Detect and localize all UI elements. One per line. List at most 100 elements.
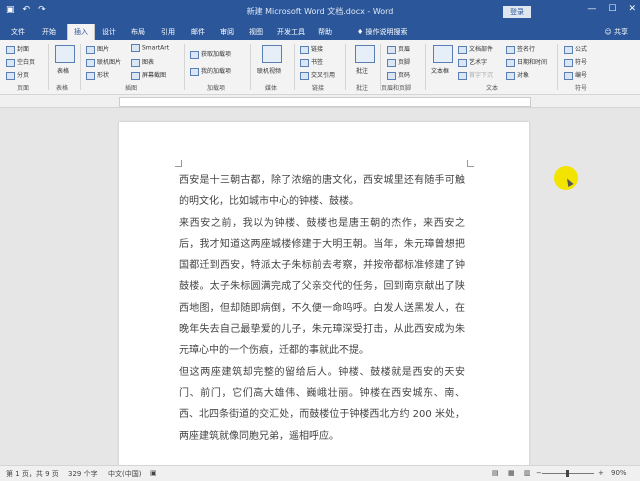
read-mode-icon[interactable]: ▤ [492,469,499,477]
online-pictures-button[interactable]: 联机图片 [86,57,121,67]
comment-icon [355,45,375,63]
tab-help[interactable]: 帮助 [318,27,332,37]
wordart-button[interactable]: 艺术字 [458,57,487,67]
screenshot-icon [131,71,140,80]
close-button[interactable]: ✕ [628,4,636,14]
picture-icon [86,45,95,54]
signature-line-button[interactable]: 签名行 [506,44,535,54]
number-button[interactable]: 编号 [564,70,587,80]
group-divider [80,44,81,90]
signature-line-label: 签名行 [517,46,536,53]
screenshot-button[interactable]: 屏幕截图 [131,70,166,80]
zoom-level[interactable]: 90% [611,469,627,477]
equation-label: 公式 [575,46,588,53]
header-button[interactable]: 页眉 [387,44,410,54]
zoom-out-button[interactable]: − [536,469,542,477]
login-button[interactable]: 登录 [503,6,531,18]
textbox-button[interactable]: 文本框 [431,66,449,75]
smartart-button[interactable]: SmartArt [131,44,169,52]
horizontal-ruler[interactable] [0,95,640,108]
drop-cap-label: 首字下沉 [469,72,494,79]
header-label: 页眉 [398,46,411,53]
ribbon-tabs: 文件 开始 插入 设计 布局 引用 邮件 审阅 视图 开发工具 帮助 ♦ 操作说… [0,24,640,40]
group-label-tables: 表格 [56,85,69,92]
quick-parts-label: 文档部件 [469,46,494,53]
print-layout-icon[interactable]: ▦ [508,469,515,477]
smartart-label: SmartArt [142,44,170,52]
mouse-cursor-highlight [554,166,578,190]
object-label: 对象 [517,72,530,79]
link-label: 链接 [311,46,324,53]
bookmark-label: 书签 [311,59,324,66]
group-divider [345,44,346,90]
chart-button[interactable]: 图表 [131,57,154,67]
online-pictures-label: 联机图片 [97,59,122,66]
page-number-label: 页码 [398,72,411,79]
blank-page-icon [6,58,15,67]
date-time-button[interactable]: 日期和时间 [506,57,547,67]
tab-file[interactable]: 文件 [11,27,25,37]
paragraph[interactable]: 西安是十三朝古都，除了浓缩的唐文化，西安城里还有随手可触的明文化，比如城市中心的… [179,170,465,213]
equation-button[interactable]: 公式 [564,44,587,54]
footer-button[interactable]: 页脚 [387,57,410,67]
wordart-label: 艺术字 [469,59,488,66]
share-button[interactable]: ☺ 共享 [604,27,628,37]
pictures-button[interactable]: 图片 [86,44,109,54]
link-button[interactable]: 链接 [300,44,323,54]
bookmark-button[interactable]: 书签 [300,57,323,67]
get-addins-button[interactable]: 获取加载项 [190,49,231,59]
word-count[interactable]: 329 个字 [68,469,98,479]
online-video-button[interactable]: 联机视频 [257,66,281,75]
document-page[interactable]: 西安是十三朝古都，除了浓缩的唐文化，西安城里还有随手可触的明文化，比如城市中心的… [119,122,529,467]
cover-page-button[interactable]: 封面 [6,44,29,54]
tab-view[interactable]: 视图 [249,27,263,37]
page-number-button[interactable]: 页码 [387,70,410,80]
my-addins-button[interactable]: 我的加载项 [190,66,231,76]
margin-mark [467,160,474,167]
cross-reference-button[interactable]: 交叉引用 [300,70,335,80]
tell-me-search[interactable]: ♦ 操作说明搜索 [357,27,408,37]
page-break-button[interactable]: 分页 [6,70,29,80]
zoom-in-button[interactable]: + [598,469,604,477]
status-bar: 第 1 页，共 9 页 329 个字 中文(中国) ▣ ▤ ▦ ▥ − + 90… [0,465,640,481]
group-divider [250,44,251,90]
document-body[interactable]: 西安是十三朝古都，除了浓缩的唐文化，西安城里还有随手可触的明文化，比如城市中心的… [179,170,465,447]
group-label-addins: 加载项 [207,85,226,92]
tab-design[interactable]: 设计 [102,27,116,37]
zoom-slider-handle[interactable] [566,470,569,477]
cover-page-icon [6,45,15,54]
symbol-button[interactable]: 符号 [564,57,587,67]
tab-mailings[interactable]: 邮件 [191,27,205,37]
tab-home[interactable]: 开始 [42,27,56,37]
ruler-track[interactable] [119,97,531,107]
web-layout-icon[interactable]: ▥ [524,469,531,477]
blank-page-button[interactable]: 空白页 [6,57,35,67]
object-button[interactable]: 对象 [506,70,529,80]
tab-developer[interactable]: 开发工具 [277,27,305,37]
page-count[interactable]: 第 1 页，共 9 页 [6,469,59,479]
language-indicator[interactable]: 中文(中国) [108,469,141,479]
wordart-icon [458,58,467,67]
comment-button[interactable]: 批注 [356,66,368,75]
maximize-button[interactable]: ☐ [608,4,616,14]
group-divider [557,44,558,90]
group-label-header-footer: 页眉和页脚 [381,85,412,92]
track-changes-icon[interactable]: ▣ [150,469,157,477]
drop-cap-button[interactable]: 首字下沉 [458,70,493,80]
paragraph[interactable]: 来西安之前，我以为钟楼、鼓楼也是唐王朝的杰作，来西安之后，我才知道这两座城楼修建… [179,213,465,362]
date-time-label: 日期和时间 [517,59,548,66]
tab-review[interactable]: 审阅 [220,27,234,37]
minimize-button[interactable]: — [587,4,596,14]
share-label: 共享 [614,28,628,36]
tab-references[interactable]: 引用 [161,27,175,37]
quick-parts-button[interactable]: 文档部件 [458,44,493,54]
paragraph[interactable]: 但这两座建筑却完整的留给后人。钟楼、鼓楼就是西安的天安门、前门，它们高大雄伟、巍… [179,362,465,447]
tab-layout[interactable]: 布局 [131,27,145,37]
object-icon [506,71,515,80]
shapes-button[interactable]: 形状 [86,70,109,80]
tab-insert[interactable]: 插入 [67,24,95,40]
group-label-text: 文本 [486,85,499,92]
table-button[interactable]: 表格 [57,66,69,75]
footer-label: 页脚 [398,59,411,66]
page-break-icon [6,71,15,80]
